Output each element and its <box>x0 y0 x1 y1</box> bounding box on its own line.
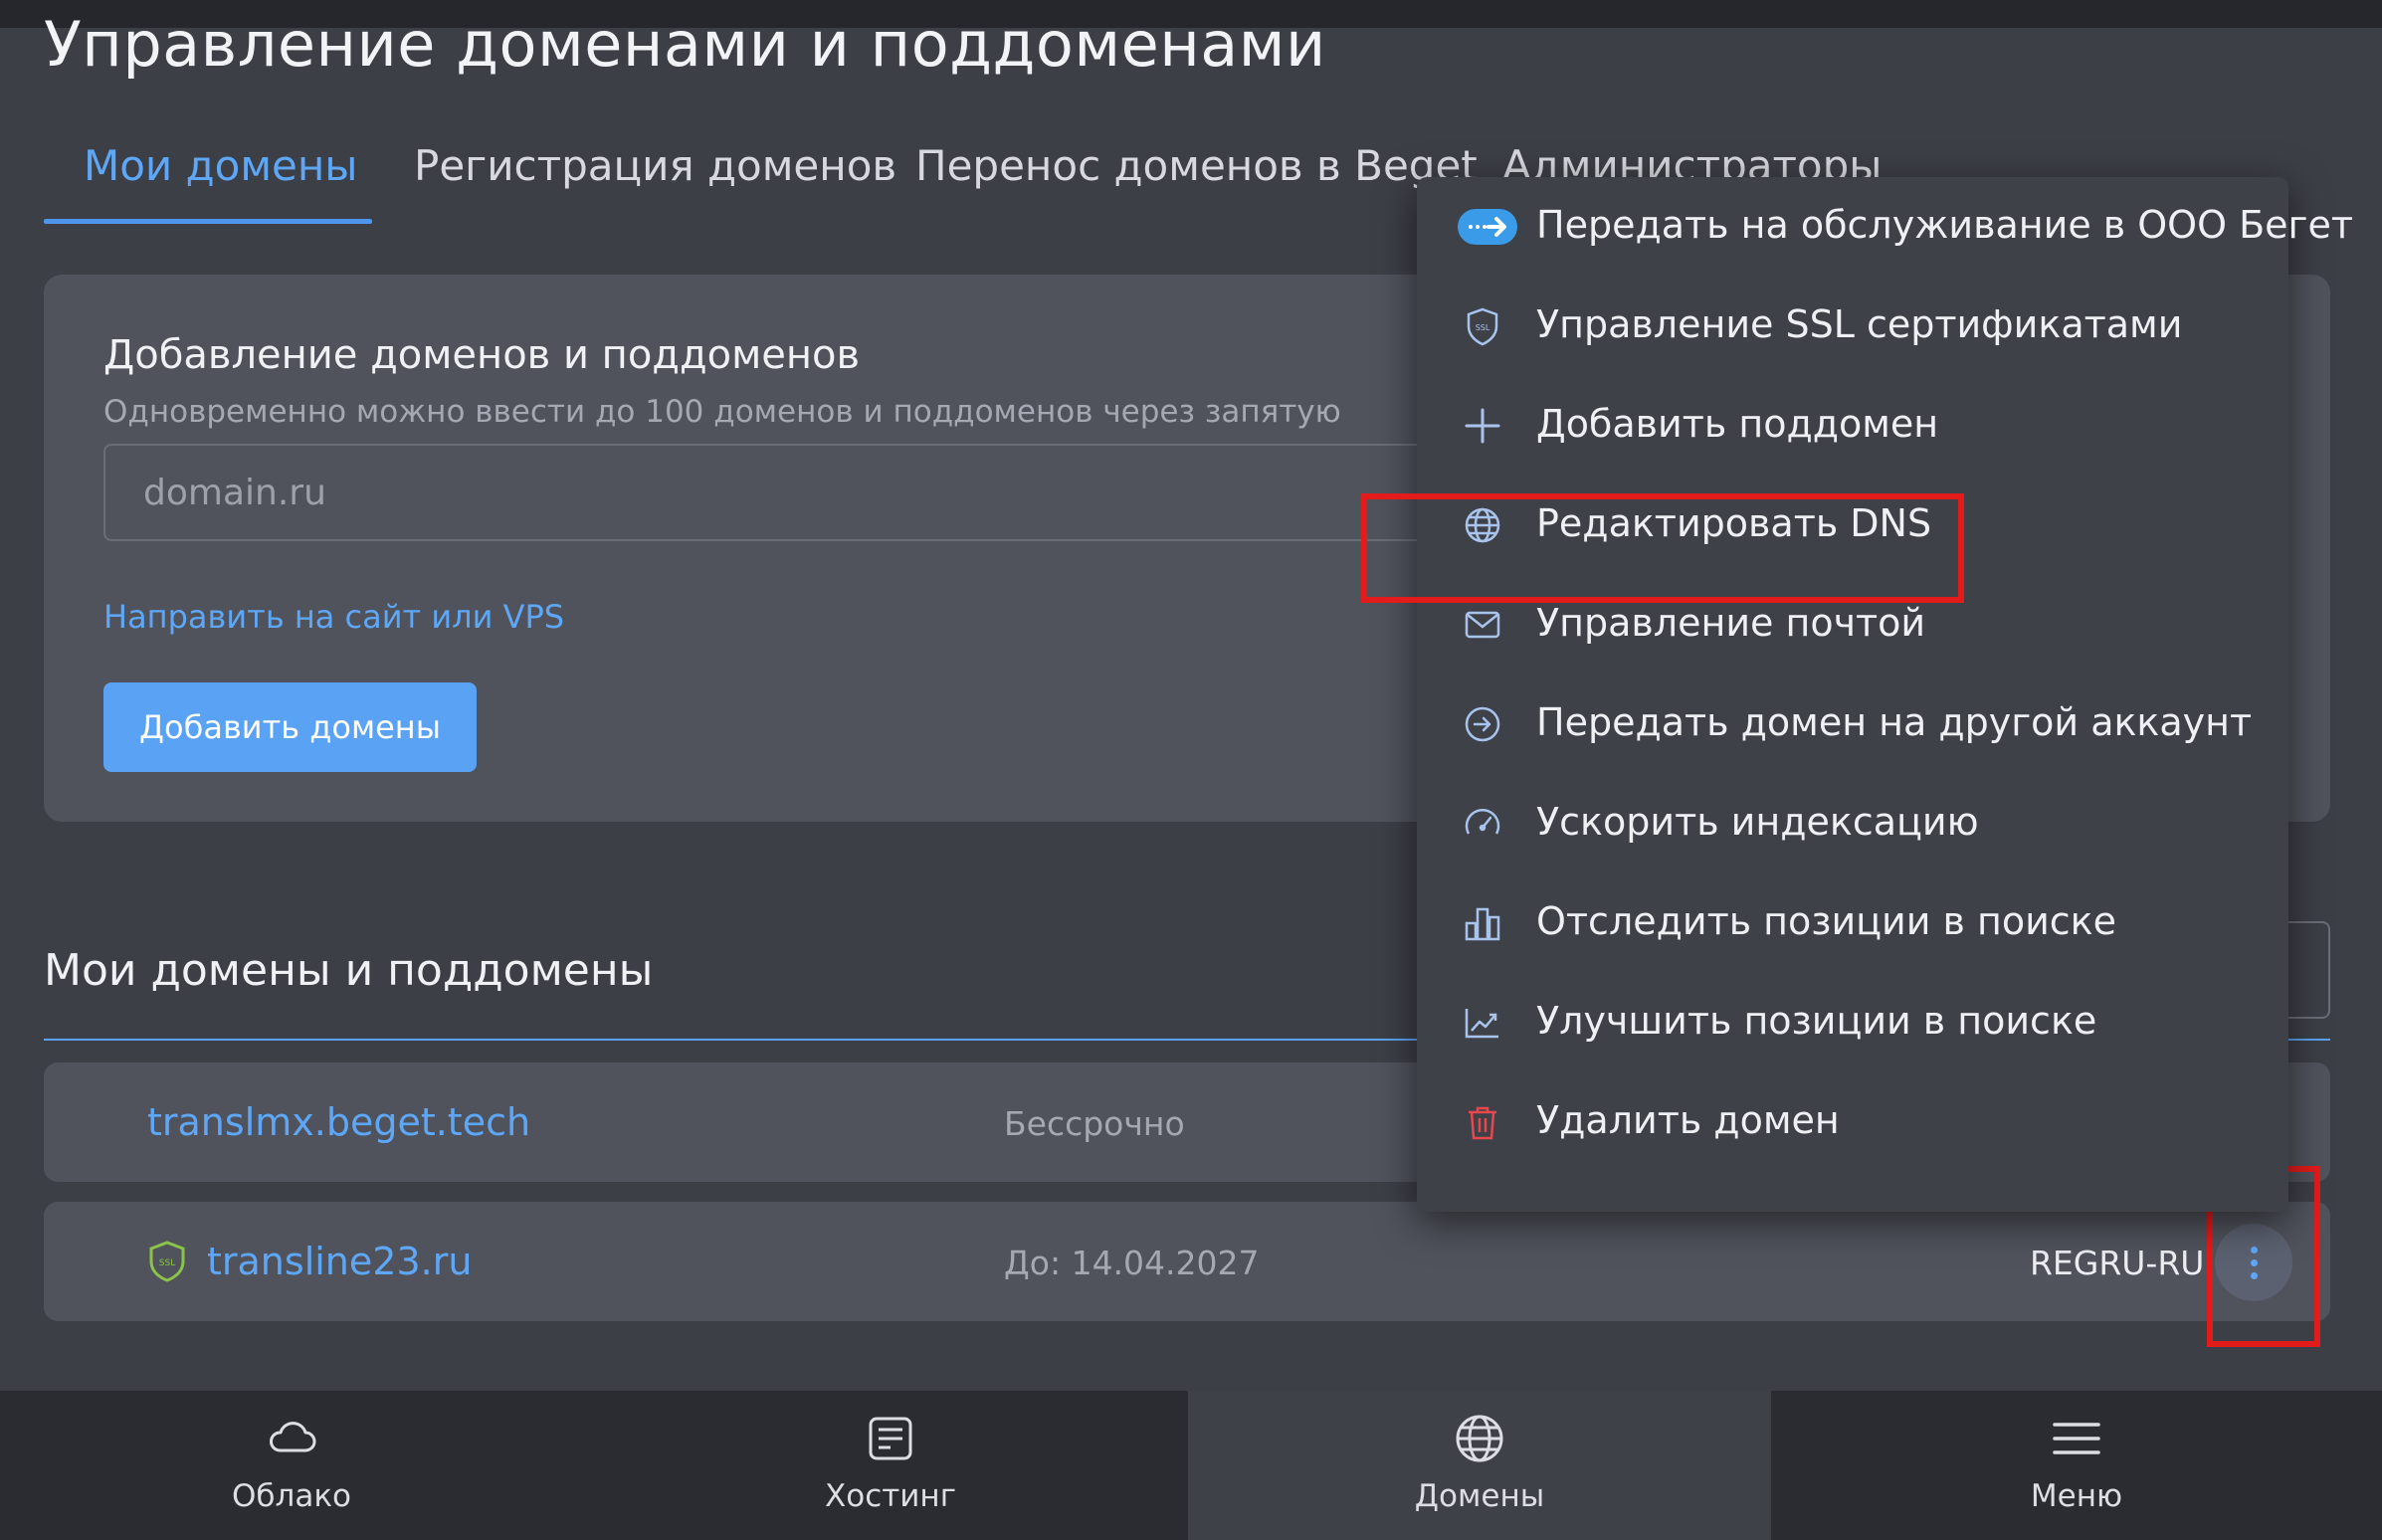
menu-item-add-subdomain[interactable]: Добавить поддомен <box>1417 376 2288 476</box>
menu-item-label: Передать на обслуживание в ООО Бегет <box>1536 203 2354 247</box>
cloud-icon <box>264 1411 319 1466</box>
bar-chart-icon <box>1463 903 1502 943</box>
transfer-arrow-icon <box>1457 207 1518 247</box>
trash-icon <box>1463 1102 1502 1142</box>
mail-icon <box>1463 605 1502 645</box>
domains-list-title: Мои домены и поддомены <box>44 945 654 996</box>
add-domains-hint: Одновременно можно ввести до 100 доменов… <box>103 394 1341 430</box>
ssl-shield-icon: SSL <box>1463 306 1502 346</box>
add-domains-title: Добавление доменов и поддоменов <box>103 332 861 378</box>
menu-item-speed-indexing[interactable]: Ускорить индексацию <box>1417 774 2288 873</box>
menu-item-label: Улучшить позиции в поиске <box>1536 999 2097 1043</box>
plus-icon <box>1463 406 1502 446</box>
circle-arrow-right-icon <box>1463 704 1502 744</box>
menu-item-transfer-account[interactable]: Передать домен на другой аккаунт <box>1417 674 2288 774</box>
menu-item-label: Передать домен на другой аккаунт <box>1536 700 2253 744</box>
add-domains-button[interactable]: Добавить домены <box>103 682 477 772</box>
nav-label: Меню <box>2030 1478 2123 1514</box>
menu-item-label: Добавить поддомен <box>1536 402 1939 446</box>
speedometer-icon <box>1463 804 1502 844</box>
nav-item-hosting[interactable]: Хостинг <box>599 1391 1182 1540</box>
domain-registrar: REGRU-RU <box>2030 1244 2205 1282</box>
active-tab-indicator <box>44 219 372 224</box>
menu-item-delete-domain[interactable]: Удалить домен <box>1417 1072 2288 1172</box>
nav-item-domains[interactable]: Домены <box>1188 1391 1771 1540</box>
svg-text:SSL: SSL <box>1476 323 1490 332</box>
edit-dns-highlight-box <box>1361 493 1964 603</box>
nav-label: Хостинг <box>824 1478 956 1514</box>
domain-row[interactable]: SSL transline23.ru До: 14.04.2027 REGRU-… <box>44 1202 2330 1321</box>
domain-name-link[interactable]: transline23.ru <box>207 1240 472 1283</box>
domain-expiry: Бессрочно <box>1004 1104 1185 1143</box>
domain-actions-menu: Передать на обслуживание в ООО Бегет SSL… <box>1417 177 2353 1212</box>
redirect-link[interactable]: Направить на сайт или VPS <box>103 598 564 636</box>
nav-item-menu[interactable]: Меню <box>1771 1391 2382 1540</box>
domain-name-link[interactable]: translmx.beget.tech <box>147 1100 530 1144</box>
menu-item-label: Удалить домен <box>1536 1098 1840 1142</box>
tab-domain-registration[interactable]: Регистрация доменов <box>414 129 896 190</box>
tab-my-domains[interactable]: Мои домены <box>84 129 357 190</box>
page-title: Управление доменами и поддоменами <box>44 8 1326 81</box>
hosting-icon <box>863 1411 918 1466</box>
svg-text:SSL: SSL <box>159 1258 175 1268</box>
tab-domain-transfer[interactable]: Перенос доменов в Beget <box>915 129 1478 190</box>
menu-item-label: Управление почтой <box>1536 601 1926 645</box>
menu-item-track-positions[interactable]: Отследить позиции в поиске <box>1417 873 2288 973</box>
menu-item-improve-positions[interactable]: Улучшить позиции в поиске <box>1417 973 2288 1072</box>
nav-label: Облако <box>231 1478 352 1514</box>
globe-icon <box>1452 1411 1507 1466</box>
ssl-badge-icon: SSL <box>147 1240 187 1283</box>
bottom-navigation: Облако Хостинг Домены Меню <box>0 1391 2382 1540</box>
menu-item-ssl[interactable]: SSL Управление SSL сертификатами <box>1417 277 2288 376</box>
trend-chart-icon <box>1463 1003 1502 1043</box>
nav-item-cloud[interactable]: Облако <box>0 1391 583 1540</box>
hamburger-icon <box>2049 1411 2104 1466</box>
menu-item-transfer-to-beget[interactable]: Передать на обслуживание в ООО Бегет <box>1417 177 2353 277</box>
domain-expiry: До: 14.04.2027 <box>1004 1244 1260 1282</box>
menu-item-label: Ускорить индексацию <box>1536 800 1979 844</box>
menu-item-label: Управление SSL сертификатами <box>1536 302 2183 346</box>
menu-item-label: Отследить позиции в поиске <box>1536 899 2117 943</box>
nav-label: Домены <box>1414 1478 1545 1514</box>
